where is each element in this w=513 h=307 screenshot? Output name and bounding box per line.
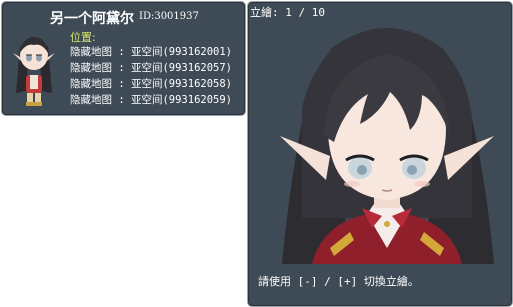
npc-sprite-image [13, 37, 55, 106]
location-entry: 隐藏地图 : 亚空间(993162001) [70, 46, 233, 58]
npc-info-panel: 另一个阿黛尔 ID:3001937 位置: 隐藏地图 : 亚空间(9931620… [1, 1, 246, 116]
location-header: 位置: [70, 31, 96, 44]
location-entry: 隐藏地图 : 亚空间(993162058) [70, 78, 233, 90]
location-entry: 隐藏地图 : 亚空间(993162057) [70, 62, 233, 74]
npc-name: 另一个阿黛尔 [50, 11, 134, 27]
location-list: 隐藏地图 : 亚空间(993162001) 隐藏地图 : 亚空间(9931620… [70, 44, 232, 108]
portrait-panel: 立繪: 1 / 10 請使用 [-] / [+] 切換立繪。 [247, 1, 513, 307]
location-entry: 隐藏地图 : 亚空间(993162059) [70, 94, 233, 106]
portrait-switch-hint: 請使用 [-] / [+] 切換立繪。 [258, 275, 419, 288]
character-portrait-image [280, 28, 494, 264]
npc-id: ID:3001937 [139, 11, 199, 22]
